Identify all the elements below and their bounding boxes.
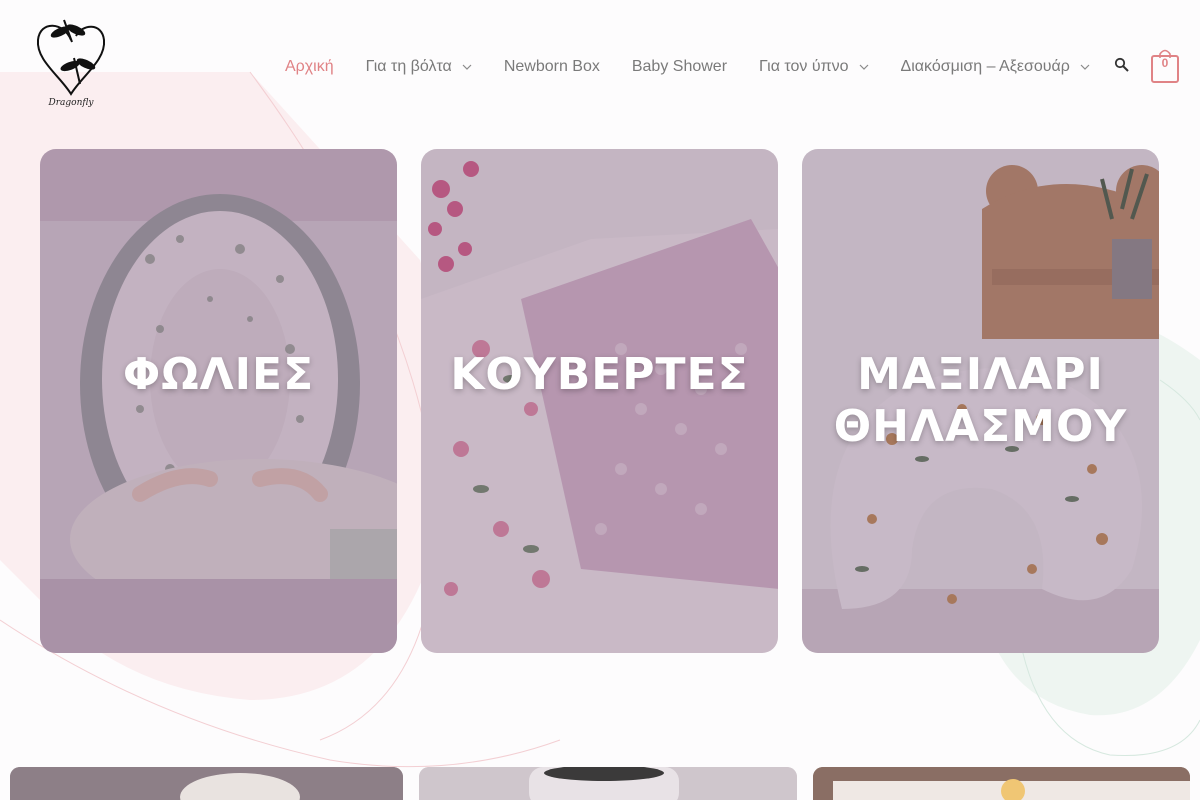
dragonfly-heart-icon	[36, 19, 106, 96]
site-header: Dragonfly Αρχική Για τη βόλτα Newborn Bo…	[0, 0, 1200, 130]
nav-item-decoration[interactable]: Διακόσμιση – Αξεσουάρ	[901, 58, 1090, 76]
search-icon[interactable]	[1114, 57, 1130, 73]
product-card[interactable]	[813, 767, 1190, 800]
category-card-nests[interactable]: ΦΩΛΙΕΣ	[40, 149, 397, 653]
nav-item-label: Baby Shower	[631, 58, 728, 75]
nav-item-baby-shower[interactable]: Baby Shower	[632, 58, 727, 76]
logo-text: Dragonfly	[48, 98, 94, 108]
product-photo	[813, 767, 1190, 800]
cart-button[interactable]: 0	[1150, 46, 1180, 84]
nav-item-label: Αρχική	[285, 58, 334, 75]
category-title: ΜΑΞΙΛΑΡΙ ΘΗΛΑΣΜΟΥ	[833, 349, 1128, 452]
nav-item-label: Newborn Box	[503, 58, 600, 75]
nav-item-label: Για τη βόλτα	[365, 58, 452, 75]
nav-item-label: Για τον ύπνο	[759, 58, 849, 75]
product-row-preview	[10, 767, 1190, 800]
category-title: ΦΩΛΙΕΣ	[122, 349, 315, 400]
nav-item-home[interactable]: Αρχική	[285, 58, 334, 76]
category-cards: ΦΩΛΙΕΣ ΚΟΥΒΕΡΤΕΣ ΜΑΞΙΛΑΡΙ ΘΗΛΑΣΜΟΥ	[40, 149, 1159, 653]
main-navigation: Αρχική Για τη βόλτα Newborn Box Baby Sho…	[285, 56, 1122, 78]
product-card[interactable]	[10, 767, 403, 800]
category-title: ΚΟΥΒΕΡΤΕΣ	[450, 349, 749, 400]
nav-item-newborn-box[interactable]: Newborn Box	[504, 58, 600, 76]
chevron-down-icon	[1080, 64, 1090, 70]
product-photo	[10, 767, 403, 800]
cart-count: 0	[1161, 56, 1169, 70]
product-photo	[419, 767, 797, 800]
nav-item-label: Διακόσμιση – Αξεσουάρ	[900, 58, 1070, 75]
category-card-blankets[interactable]: ΚΟΥΒΕΡΤΕΣ	[421, 149, 778, 653]
chevron-down-icon	[859, 64, 868, 70]
product-card[interactable]	[419, 767, 797, 800]
card-overlay	[421, 149, 778, 653]
nav-item-sleep[interactable]: Για τον ύπνο	[759, 58, 869, 76]
site-logo[interactable]: Dragonfly	[34, 14, 108, 112]
chevron-down-icon	[462, 64, 472, 70]
nav-item-stroll[interactable]: Για τη βόλτα	[366, 58, 472, 76]
card-overlay	[40, 149, 397, 653]
category-card-nursing-pillow[interactable]: ΜΑΞΙΛΑΡΙ ΘΗΛΑΣΜΟΥ	[802, 149, 1159, 653]
